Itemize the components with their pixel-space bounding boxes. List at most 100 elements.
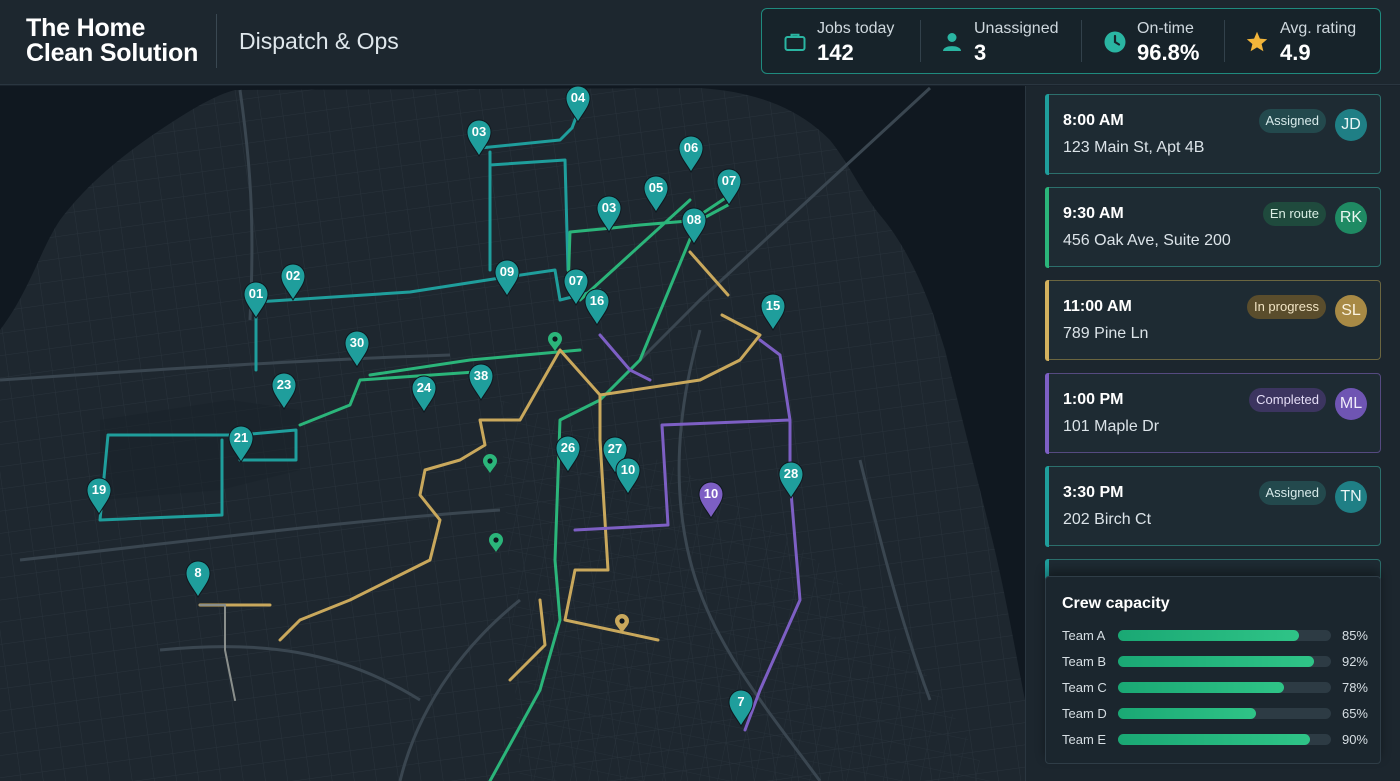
- job-card[interactable]: 3:30 PM 202 Birch Ct Assigned TN: [1044, 465, 1381, 547]
- status-badge: Completed: [1249, 388, 1326, 412]
- capacity-percent: 65%: [1341, 706, 1368, 721]
- map-pin-label: 24: [417, 380, 432, 395]
- capacity-track: [1118, 630, 1331, 641]
- capacity-fill: [1118, 630, 1300, 641]
- star-icon: [1246, 31, 1268, 52]
- avatar[interactable]: TN: [1335, 481, 1367, 513]
- stat-label: Jobs today: [817, 20, 895, 37]
- brand-line-2: Clean Solution: [26, 39, 199, 67]
- map-pin-label: 08: [687, 212, 701, 227]
- page-title: Dispatch & Ops: [239, 28, 399, 54]
- map-pin-label: 07: [569, 273, 583, 288]
- stat-label: On-time: [1137, 20, 1194, 37]
- stat-jobs-today[interactable]: Jobs today 142: [762, 9, 920, 72]
- crew-capacity-card: Crew capacity Team A 85% Team B 92% Team C 78…: [1045, 576, 1381, 764]
- job-address: 123 Main St, Apt 4B: [1063, 139, 1205, 156]
- status-bar: [1044, 279, 1049, 361]
- clock-icon: [1104, 31, 1126, 53]
- stat-value: 3: [974, 40, 987, 65]
- map-pin-label: 10: [621, 462, 635, 477]
- capacity-row: Team A 85%: [1062, 627, 1368, 643]
- capacity-fill: [1118, 682, 1285, 693]
- crew-capacity-title: Crew capacity: [1062, 595, 1170, 612]
- map-pin-label: 27: [608, 441, 622, 456]
- job-card[interactable]: 9:30 AM 456 Oak Ave, Suite 200 En route …: [1044, 186, 1381, 268]
- job-time: 8:00 AM: [1063, 112, 1124, 129]
- map-marker-dot: [487, 458, 493, 464]
- app-header: The Home Clean Solution Dispatch & Ops J…: [0, 0, 1400, 85]
- job-time: 9:30 AM: [1063, 205, 1124, 222]
- capacity-track: [1118, 656, 1331, 667]
- job-card[interactable]: 8:00 AM 123 Main St, Apt 4B Assigned JD: [1044, 93, 1381, 175]
- map-pin-label: 03: [602, 200, 616, 215]
- map-marker-dot: [493, 537, 499, 543]
- capacity-fill: [1118, 708, 1257, 719]
- map-pin-label: 8: [194, 565, 201, 580]
- capacity-percent: 92%: [1341, 654, 1368, 669]
- capacity-row: Team D 65%: [1062, 705, 1368, 721]
- capacity-row: Team B 92%: [1062, 653, 1368, 669]
- status-bar: [1044, 186, 1049, 268]
- status-bar: [1044, 372, 1049, 454]
- job-time: 3:30 PM: [1063, 484, 1124, 501]
- map-pin-label: 28: [784, 466, 798, 481]
- map-pin-label: 19: [92, 482, 106, 497]
- stat-unassigned[interactable]: Unassigned 3: [921, 9, 1081, 72]
- avatar[interactable]: RK: [1335, 202, 1367, 234]
- map-pin-label: 15: [766, 298, 780, 313]
- map-pin-label: 02: [286, 268, 300, 283]
- job-list-panel: 8:00 AM 123 Main St, Apt 4B Assigned JD …: [1025, 86, 1400, 781]
- map-pin-label: 38: [474, 368, 488, 383]
- status-badge: In progress: [1246, 295, 1326, 319]
- capacity-fill: [1118, 656, 1314, 667]
- map-pin-label: 06: [684, 140, 698, 155]
- map-pin-label: 04: [571, 90, 586, 105]
- capacity-fill: [1118, 734, 1310, 745]
- status-bar: [1044, 93, 1049, 175]
- avatar[interactable]: ML: [1335, 388, 1367, 420]
- map-pin-label: 26: [561, 440, 575, 455]
- map-pin-label: 10: [704, 486, 718, 501]
- job-time: 1:00 PM: [1063, 391, 1124, 408]
- job-address: 456 Oak Ave, Suite 200: [1063, 232, 1231, 249]
- capacity-track: [1118, 734, 1331, 745]
- stat-value: 142: [817, 40, 854, 65]
- map-pin-label: 16: [590, 293, 604, 308]
- capacity-track: [1118, 708, 1331, 719]
- map-pin-label: 30: [350, 335, 364, 350]
- status-badge: Assigned: [1258, 481, 1326, 505]
- avatar[interactable]: SL: [1335, 295, 1367, 327]
- dispatch-map[interactable]: 04 03 06 05 07 03 08 02 01 09 07 16 15 30 23 24 38 21 19 26…: [0, 86, 1025, 781]
- map-marker-dot: [552, 336, 558, 342]
- capacity-track: [1118, 682, 1331, 693]
- status-badge: En route: [1262, 202, 1326, 226]
- header-divider: [216, 14, 217, 68]
- stat-label: Avg. rating: [1280, 20, 1357, 37]
- team-name: Team B: [1062, 654, 1107, 669]
- job-card[interactable]: 11:00 AM 789 Pine Ln In progress SL: [1044, 279, 1381, 361]
- person-icon: [943, 33, 961, 51]
- map-canvas[interactable]: 04 03 06 05 07 03 08 02 01 09 07 16 15 30 23 24 38 21 19 26…: [0, 86, 1025, 781]
- stat-avg-rating[interactable]: Avg. rating 4.9: [1225, 9, 1380, 72]
- capacity-percent: 78%: [1341, 680, 1368, 695]
- map-pin-label: 09: [500, 264, 514, 279]
- team-name: Team C: [1062, 680, 1107, 695]
- brand-logo[interactable]: The Home Clean Solution: [26, 16, 198, 66]
- brand-line-1: The Home: [26, 14, 146, 42]
- status-bar: [1044, 465, 1049, 547]
- job-address: 789 Pine Ln: [1063, 325, 1149, 342]
- map-pin-label: 23: [277, 377, 291, 392]
- map-marker-dot: [619, 618, 625, 624]
- avatar[interactable]: JD: [1335, 109, 1367, 141]
- map-pin-label: 01: [249, 286, 263, 301]
- team-name: Team A: [1062, 628, 1106, 643]
- capacity-percent: 85%: [1341, 628, 1368, 643]
- map-pin-label: 07: [722, 173, 736, 188]
- job-address: 202 Birch Ct: [1063, 511, 1152, 528]
- stat-on-time[interactable]: On-time 96.8%: [1082, 9, 1224, 72]
- stat-label: Unassigned: [974, 20, 1059, 37]
- stat-value: 96.8%: [1137, 40, 1200, 65]
- capacity-percent: 90%: [1341, 732, 1368, 747]
- job-card[interactable]: 1:00 PM 101 Maple Dr Completed ML: [1044, 372, 1381, 454]
- kpi-summary: Jobs today 142 Unassigned 3 On-time 96.8…: [761, 8, 1381, 74]
